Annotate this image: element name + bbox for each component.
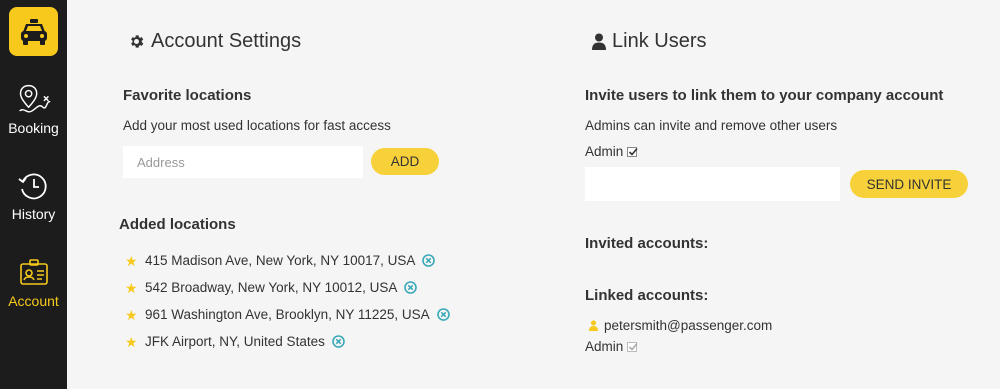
star-icon: ★ <box>125 252 138 269</box>
location-item: ★ JFK Airport, NY, United States <box>125 328 450 355</box>
taxi-logo[interactable] <box>9 7 58 56</box>
add-location-button[interactable]: ADD <box>371 148 439 175</box>
taxi-icon <box>20 18 47 45</box>
account-settings-title-text: Account Settings <box>151 30 302 52</box>
location-address: 415 Madison Ave, New York, NY 10017, USA <box>145 253 416 268</box>
nav-item-history[interactable]: History <box>0 168 67 222</box>
gear-icon <box>131 35 144 48</box>
invited-accounts-heading: Invited accounts: <box>585 235 709 252</box>
remove-location-icon[interactable] <box>422 254 436 267</box>
address-input[interactable] <box>123 146 363 178</box>
link-users-title: Link Users <box>592 30 706 53</box>
nav-item-account[interactable]: Account <box>0 255 67 309</box>
location-address: JFK Airport, NY, United States <box>145 334 325 349</box>
added-locations-heading: Added locations <box>119 216 236 233</box>
history-clock-icon <box>16 168 52 204</box>
location-item: ★ 415 Madison Ave, New York, NY 10017, U… <box>125 247 450 274</box>
location-item: ★ 542 Broadway, New York, NY 10012, USA <box>125 274 450 301</box>
added-locations-list: ★ 415 Madison Ave, New York, NY 10017, U… <box>125 247 450 355</box>
map-pin-route-icon <box>16 82 52 118</box>
location-address: 961 Washington Ave, Brooklyn, NY 11225, … <box>145 307 430 322</box>
location-item: ★ 961 Washington Ave, Brooklyn, NY 11225… <box>125 301 450 328</box>
nav-label-history: History <box>11 206 56 222</box>
star-icon: ★ <box>125 279 138 296</box>
linked-admin-option: Admin <box>585 339 638 354</box>
user-icon <box>589 320 598 331</box>
remove-location-icon[interactable] <box>436 308 450 321</box>
link-users-title-text: Link Users <box>612 30 707 52</box>
user-icon <box>592 33 606 50</box>
favorite-locations-heading: Favorite locations <box>123 87 252 104</box>
linked-admin-checkbox <box>627 341 638 352</box>
linked-accounts-heading: Linked accounts: <box>585 287 709 304</box>
nav-label-booking: Booking <box>8 120 59 136</box>
star-icon: ★ <box>125 333 138 350</box>
favorite-locations-desc: Add your most used locations for fast ac… <box>123 118 391 133</box>
account-settings-title: Account Settings <box>128 30 301 53</box>
sidebar: Booking History Account <box>0 0 67 389</box>
invite-users-desc: Admins can invite and remove other users <box>585 118 838 133</box>
remove-location-icon[interactable] <box>404 281 418 294</box>
nav-item-booking[interactable]: Booking <box>0 82 67 136</box>
id-card-icon <box>16 255 52 291</box>
remove-location-icon[interactable] <box>332 335 345 348</box>
invite-email-input[interactable] <box>585 167 840 201</box>
nav-label-account: Account <box>8 293 59 309</box>
linked-admin-label: Admin <box>585 339 624 354</box>
invite-admin-label: Admin <box>585 144 624 159</box>
location-address: 542 Broadway, New York, NY 10012, USA <box>145 280 398 295</box>
linked-account-row: petersmith@passenger.com <box>589 318 772 333</box>
linked-account-email: petersmith@passenger.com <box>604 318 773 333</box>
invite-admin-checkbox[interactable] <box>627 146 638 157</box>
invite-users-heading: Invite users to link them to your compan… <box>585 87 944 104</box>
star-icon: ★ <box>125 306 138 323</box>
invite-admin-option: Admin <box>585 144 638 159</box>
send-invite-button[interactable]: SEND INVITE <box>850 170 968 198</box>
